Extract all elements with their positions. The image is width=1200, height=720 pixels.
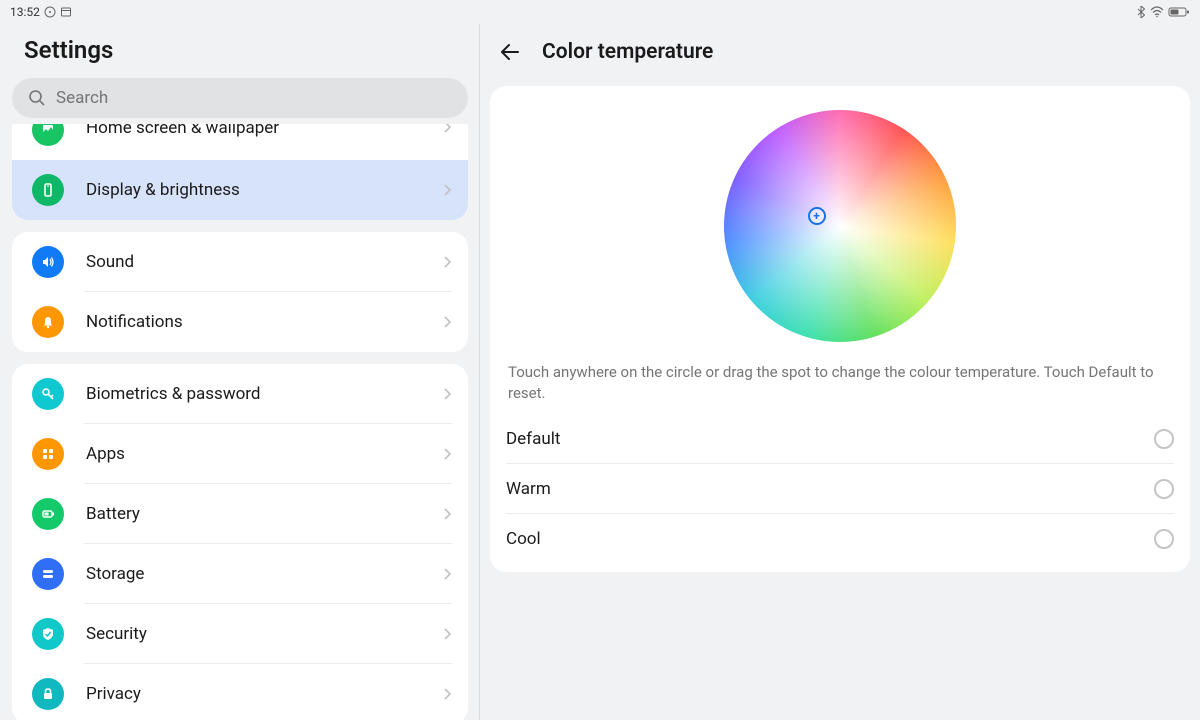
sidebar-item-security[interactable]: Security [12, 604, 468, 664]
chevron-right-icon [443, 447, 452, 461]
search-placeholder: Search [56, 88, 108, 108]
status-time: 13:52 [10, 5, 40, 19]
apps-icon [32, 438, 64, 470]
option-label: Default [506, 429, 560, 449]
display-icon [32, 174, 64, 206]
sidebar-item-battery[interactable]: Battery [12, 484, 468, 544]
sidebar-item-label: Biometrics & password [86, 384, 443, 404]
radio-unchecked-icon [1154, 429, 1174, 449]
color-wheel-picker-spot[interactable]: + [808, 207, 826, 225]
chevron-right-icon [443, 567, 452, 581]
bluetooth-icon [1136, 5, 1146, 19]
radio-unchecked-icon [1154, 479, 1174, 499]
color-temperature-panel: + Touch anywhere on the circle or drag t… [490, 86, 1190, 572]
chevron-right-icon [443, 255, 452, 269]
hint-text: Touch anywhere on the circle or drag the… [506, 362, 1174, 414]
wallpaper-icon [32, 124, 64, 146]
color-wheel[interactable]: + [724, 110, 956, 342]
option-cool[interactable]: Cool [506, 514, 1174, 564]
bell-icon [32, 306, 64, 338]
sidebar-item-privacy[interactable]: Privacy [12, 664, 468, 720]
sound-icon [32, 246, 64, 278]
back-button[interactable] [498, 40, 522, 64]
sidebar-item-label: Security [86, 624, 443, 644]
sidebar-item-label: Privacy [86, 684, 443, 704]
chevron-right-icon [443, 183, 452, 197]
sidebar: Settings Search Home screen & wallpaper [0, 24, 480, 720]
calendar-icon [60, 6, 72, 18]
search-icon [28, 89, 46, 107]
sidebar-item-label: Storage [86, 564, 443, 584]
sidebar-item-notifications[interactable]: Notifications [12, 292, 468, 352]
status-bar: 13:52 [0, 0, 1200, 24]
sidebar-item-biometrics[interactable]: Biometrics & password [12, 364, 468, 424]
sidebar-item-apps[interactable]: Apps [12, 424, 468, 484]
chevron-right-icon [443, 124, 452, 134]
radio-unchecked-icon [1154, 529, 1174, 549]
key-icon [32, 378, 64, 410]
content-pane: Color temperature + Touch anywhere on th… [480, 24, 1200, 720]
option-warm[interactable]: Warm [506, 464, 1174, 514]
chevron-right-icon [443, 687, 452, 701]
sidebar-item-sound[interactable]: Sound [12, 232, 468, 292]
chevron-right-icon [443, 507, 452, 521]
sidebar-item-label: Sound [86, 252, 443, 272]
chevron-right-icon [443, 315, 452, 329]
search-input[interactable]: Search [12, 78, 468, 118]
sidebar-item-label: Notifications [86, 312, 443, 332]
page-title: Settings [0, 24, 480, 78]
sidebar-item-storage[interactable]: Storage [12, 544, 468, 604]
battery-icon [1168, 6, 1190, 18]
sidebar-item-label: Battery [86, 504, 443, 524]
lock-icon [32, 678, 64, 710]
option-default[interactable]: Default [506, 414, 1174, 464]
sidebar-item-label: Apps [86, 444, 443, 464]
divider [479, 24, 480, 720]
sidebar-item-label: Display & brightness [86, 180, 443, 200]
sidebar-item-display[interactable]: Display & brightness [12, 160, 468, 220]
storage-icon [32, 558, 64, 590]
option-label: Cool [506, 529, 541, 549]
wifi-icon [1150, 6, 1164, 18]
status-target-icon [44, 6, 56, 18]
option-label: Warm [506, 479, 551, 499]
chevron-right-icon [443, 627, 452, 641]
content-title: Color temperature [542, 40, 713, 64]
chevron-right-icon [443, 387, 452, 401]
battery-circle-icon [32, 498, 64, 530]
shield-icon [32, 618, 64, 650]
sidebar-item-home-screen[interactable]: Home screen & wallpaper [12, 124, 468, 160]
sidebar-item-label: Home screen & wallpaper [86, 124, 443, 138]
